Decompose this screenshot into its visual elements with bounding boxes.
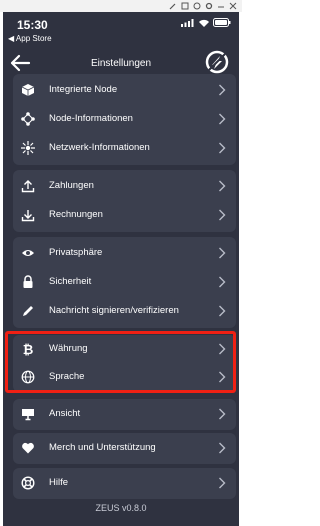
settings-item-security[interactable]: Sicherheit [13,268,236,297]
group-merch: Merch und Unterstützung [13,433,236,464]
settings-item-label: Rechnungen [49,209,103,220]
lifebuoy-icon [21,476,35,490]
settings-item-label: Sicherheit [49,276,92,287]
settings-item-invoices[interactable]: Rechnungen [13,201,236,230]
lock-icon [23,275,33,288]
group-node: Integrierte Node Node-Informationen Netz… [13,74,236,165]
back-to-app-store-link[interactable]: ◀ App Store [8,34,52,43]
zeus-logo-icon[interactable] [205,50,229,74]
settings-item-sign-verify[interactable]: Nachricht signieren/verifizieren [13,297,236,326]
chevron-right-icon [219,408,226,420]
settings-item-display[interactable]: Ansicht [13,400,236,429]
version-label: ZEUS v0.8.0 [95,503,147,513]
signal-icon [181,18,194,27]
pen-icon [23,306,33,316]
battery-icon [213,18,231,27]
upload-icon [21,180,35,193]
crop-icon[interactable] [181,2,189,10]
network-icon [21,141,35,155]
minimize-icon[interactable] [217,2,225,10]
highlight-box [5,331,236,393]
chevron-right-icon [219,247,226,259]
chevron-right-icon [219,276,226,288]
settings-item-label: Node-Informationen [49,113,133,124]
pen-tool-icon[interactable] [169,2,177,10]
status-time: 15:30 [17,18,48,32]
status-bar: 15:30 ◀ App Store [3,12,239,46]
cube-icon [21,84,35,96]
chevron-right-icon [219,442,226,454]
gear-icon[interactable] [205,2,213,10]
group-privacy: Privatsphäre Sicherheit Nachricht signie… [13,237,236,328]
chevron-right-icon [219,84,226,96]
group-payments: Zahlungen Rechnungen [13,170,236,232]
download-icon [21,210,35,222]
group-display: Ansicht [13,399,236,430]
settings-item-integrated-node[interactable]: Integrierte Node [13,76,236,105]
page-title: Einstellungen [90,58,152,69]
chevron-right-icon [219,209,226,221]
settings-item-label: Hilfe [49,477,69,488]
settings-item-help[interactable]: Hilfe [13,469,236,498]
display-icon [22,409,34,421]
settings-item-label: Ansicht [49,408,81,419]
group-help: Hilfe [13,468,236,499]
chevron-right-icon [219,113,226,125]
heart-icon [22,442,34,454]
wifi-icon [199,19,209,27]
settings-item-label: Merch und Unterstützung [49,442,156,453]
status-icons [181,18,231,27]
chevron-right-icon [219,305,226,317]
chevron-right-icon [219,180,226,192]
chevron-right-icon [219,477,226,489]
settings-item-node-info[interactable]: Node-Informationen [13,105,236,134]
settings-item-label: Zahlungen [49,180,94,191]
settings-item-label: Integrierte Node [49,84,118,95]
settings-item-label: Nachricht signieren/verifizieren [49,305,179,316]
eye-icon [22,250,34,256]
settings-item-network-info[interactable]: Netzwerk-Informationen [13,134,236,163]
settings-item-payments[interactable]: Zahlungen [13,172,236,201]
settings-item-merch-support[interactable]: Merch und Unterstützung [13,434,236,463]
settings-item-label: Privatsphäre [49,247,103,258]
host-toolbar [0,0,242,12]
record-icon[interactable] [193,2,201,10]
settings-item-privacy[interactable]: Privatsphäre [13,239,236,268]
phone-screen: 15:30 ◀ App Store Einstellungen Integrie… [3,12,239,526]
settings-item-label: Netzwerk-Informationen [49,142,150,153]
close-icon[interactable] [229,2,237,10]
chevron-right-icon [219,142,226,154]
node-network-icon [21,112,35,126]
